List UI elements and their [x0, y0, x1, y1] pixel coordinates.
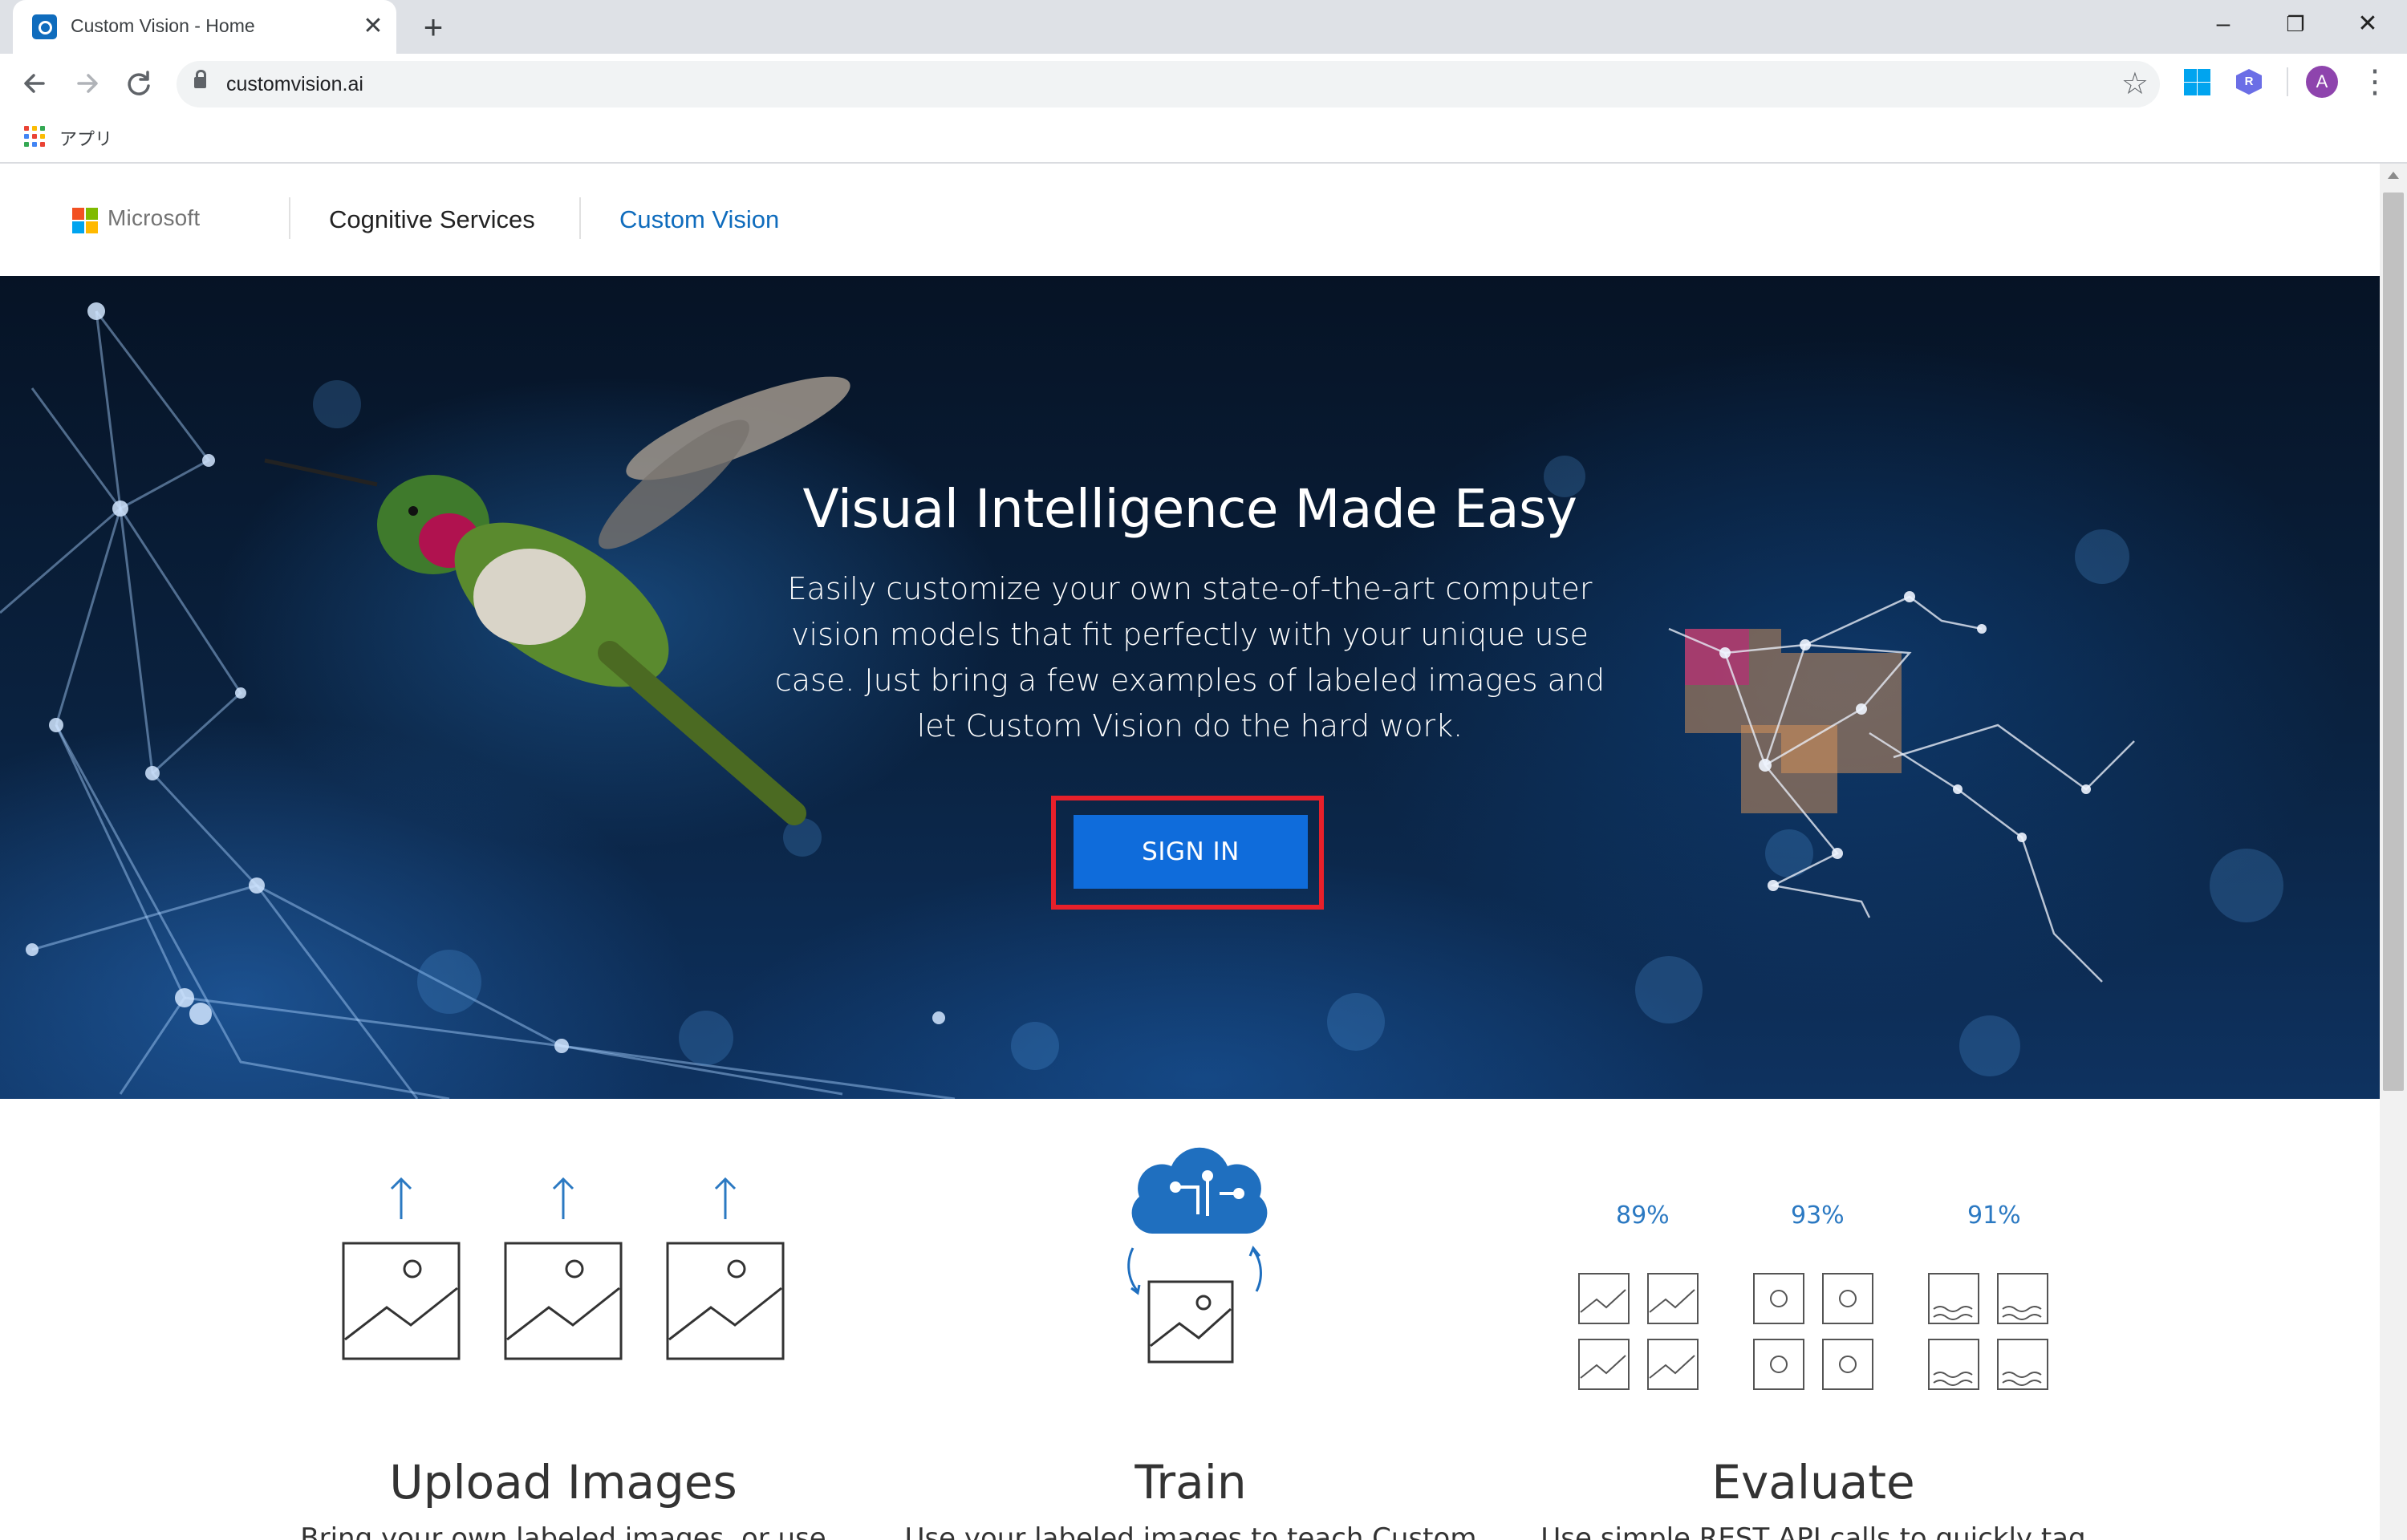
minimize-button[interactable]: –: [2187, 0, 2259, 48]
tab-close-icon[interactable]: ✕: [359, 13, 387, 40]
browser-tab[interactable]: Custom Vision - Home ✕: [13, 0, 396, 54]
evaluate-percentage: 93%: [1791, 1202, 1845, 1230]
hero-title: Visual Intelligence Made Easy: [802, 478, 1577, 540]
page-scrollbar[interactable]: [2380, 164, 2407, 1540]
toolbar-divider: [2287, 67, 2288, 96]
browser-tab-strip: Custom Vision - Home ✕ + – ❐ ✕: [0, 0, 2407, 54]
page-viewport: Microsoft Cognitive Services Custom Visi…: [0, 164, 2380, 1540]
feature-title-evaluate: Evaluate: [1711, 1455, 1915, 1510]
site-header: Microsoft Cognitive Services Custom Visi…: [0, 164, 2380, 276]
reload-icon[interactable]: [120, 65, 157, 102]
nav-cognitive-services[interactable]: Cognitive Services: [329, 205, 535, 234]
apps-grid-icon[interactable]: [24, 126, 47, 148]
restore-button[interactable]: ❐: [2259, 0, 2332, 48]
lock-icon[interactable]: [194, 70, 206, 88]
feature-illustrations: [342, 1147, 2048, 1390]
evaluate-grids-icon: [1578, 1273, 2048, 1390]
hero-banner: Visual Intelligence Made Easy Easily cus…: [0, 276, 2380, 1099]
feature-title-train: Train: [1134, 1455, 1247, 1510]
url-text[interactable]: customvision.ai: [226, 73, 363, 96]
features-section: 89% 93% 91% Upload Images Bring your own…: [0, 1099, 2380, 1540]
feature-text-train: Use your labeled images to teach Custom: [904, 1522, 1477, 1540]
microsoft-logo-icon[interactable]: [72, 208, 98, 233]
train-brain-icon: [1127, 1147, 1268, 1364]
profile-avatar[interactable]: A: [2306, 66, 2338, 98]
header-divider: [289, 197, 290, 239]
tab-title: Custom Vision - Home: [71, 15, 255, 36]
address-bar[interactable]: customvision.ai ☆: [177, 61, 2160, 107]
evaluate-percentage: 91%: [1967, 1202, 2021, 1230]
apps-bookmark[interactable]: アプリ: [59, 125, 112, 151]
forward-arrow-icon[interactable]: [69, 65, 106, 102]
scroll-thumb[interactable]: [2383, 192, 2404, 1091]
windows-icon[interactable]: [2182, 67, 2211, 96]
custom-vision-favicon-icon: [32, 14, 57, 39]
microsoft-brand[interactable]: Microsoft: [108, 205, 200, 231]
close-window-button[interactable]: ✕: [2332, 0, 2404, 48]
sign-in-button[interactable]: SIGN IN: [1074, 815, 1308, 889]
header-divider: [579, 197, 581, 239]
feature-text-evaluate: Use simple REST API calls to quickly tag: [1540, 1522, 2086, 1540]
feature-text-upload: Bring your own labeled images, or use: [300, 1522, 826, 1540]
scroll-up-arrow-icon[interactable]: [2388, 172, 2399, 179]
bookmark-star-icon[interactable]: ☆: [2121, 67, 2149, 101]
bookmarks-bar: アプリ: [0, 116, 2407, 164]
evaluate-percentage: 89%: [1616, 1202, 1670, 1230]
new-tab-button[interactable]: +: [416, 10, 451, 45]
hero-description: Easily customize your own state-of-the-a…: [774, 571, 1605, 744]
nav-custom-vision[interactable]: Custom Vision: [619, 205, 779, 234]
extension-r-icon[interactable]: R: [2234, 67, 2263, 96]
feature-title-upload: Upload Images: [389, 1455, 737, 1510]
back-arrow-icon[interactable]: [16, 65, 53, 102]
browser-toolbar: customvision.ai ☆: [0, 54, 2407, 116]
menu-kebab-icon[interactable]: ⋮: [2359, 64, 2391, 99]
upload-images-icon: [342, 1177, 785, 1360]
